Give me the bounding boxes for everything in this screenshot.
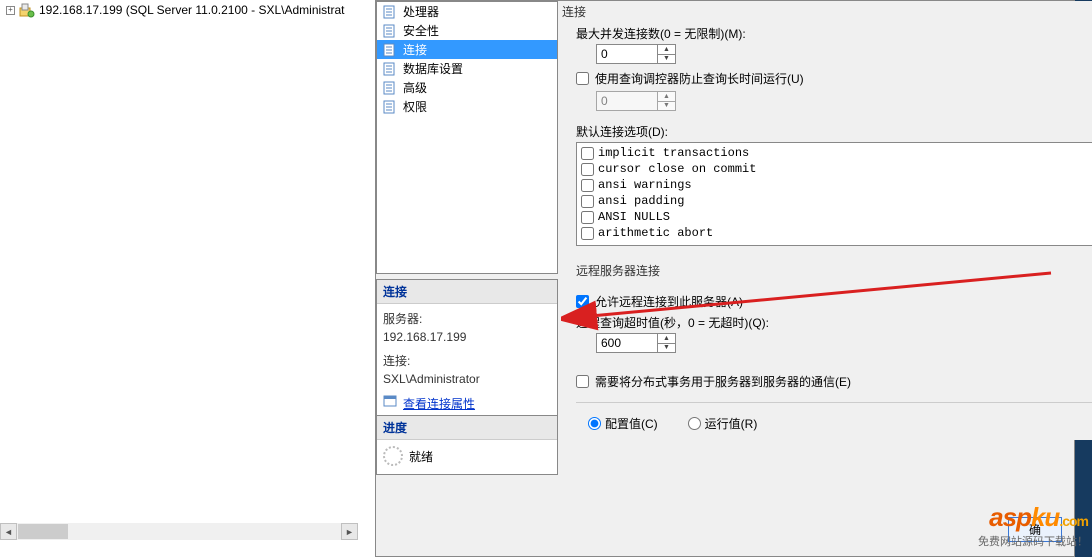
page-icon [383,100,399,114]
list-item[interactable]: ansi padding [581,193,1092,209]
dist-tx-checkbox[interactable] [576,375,589,388]
governor-spinner: ▲▼ [596,91,676,111]
page-icon [383,5,399,19]
server-icon [19,2,35,18]
spin-down-icon[interactable]: ▼ [658,344,675,353]
spin-up-icon[interactable]: ▲ [658,45,675,55]
settings-pane: 连接 最大并发连接数(0 = 无限制)(M): ▲▼ 使用查询调控器防止查询长时… [562,1,1092,440]
properties-icon [383,394,399,413]
use-governor-label: 使用查询调控器防止查询长时间运行(U) [595,70,804,87]
timeout-spinner[interactable]: ▲▼ [596,333,676,353]
default-options-listbox[interactable]: implicit transactions cursor close on co… [576,142,1092,246]
remote-section-title: 远程服务器连接 [576,258,1092,279]
progress-pane: 进度 就绪 [376,415,558,475]
list-item[interactable]: cursor close on commit [581,161,1092,177]
brand-subtext: 免费网站源码下载站！ [978,533,1088,549]
page-icon [383,62,399,76]
spin-down-icon: ▼ [658,102,675,111]
expand-icon[interactable]: + [6,6,15,15]
server-properties-dialog: tp://blog.csdn.n 处理器 安全性 连接 数据库设置 高级 权限 … [375,0,1075,557]
server-value: 192.168.17.199 [383,328,551,346]
connection-info-header: 连接 [377,280,557,304]
conn-value: SXL\Administrator [383,370,551,388]
nav-label: 连接 [403,41,427,58]
spin-down-icon[interactable]: ▼ [658,55,675,64]
spin-up-icon: ▲ [658,92,675,102]
value-mode-radios: 配置值(C) 运行值(R) [588,415,1092,432]
section-connections-title: 连接 [562,3,586,20]
nav-permissions[interactable]: 权限 [377,97,557,116]
tree-server-label: 192.168.17.199 (SQL Server 11.0.2100 - S… [39,3,345,17]
timeout-input[interactable] [597,334,657,352]
opt-checkbox[interactable] [581,179,594,192]
scrollbar-horizontal[interactable]: ◄ ► [0,523,358,540]
allow-remote-checkbox[interactable] [576,295,589,308]
timeout-label: 远程查询超时值(秒，0 = 无超时)(Q): [576,314,1092,331]
opt-checkbox[interactable] [581,227,594,240]
scroll-right-arrow[interactable]: ► [341,523,358,540]
connection-info-pane: 连接 服务器: 192.168.17.199 连接: SXL\Administr… [376,279,558,420]
scroll-left-arrow[interactable]: ◄ [0,523,17,540]
page-icon [383,43,399,57]
page-icon [383,24,399,38]
max-conn-label: 最大并发连接数(0 = 无限制)(M): [576,25,1092,42]
object-explorer: + 192.168.17.199 (SQL Server 11.0.2100 -… [0,0,358,540]
run-value-radio[interactable] [688,417,701,430]
page-icon [383,81,399,95]
scroll-thumb[interactable] [18,524,68,539]
page-selector: 处理器 安全性 连接 数据库设置 高级 权限 [376,1,558,274]
governor-input [597,92,657,110]
nav-processor[interactable]: 处理器 [377,2,557,21]
nav-security[interactable]: 安全性 [377,21,557,40]
progress-status: 就绪 [409,448,433,465]
spinner-icon [383,446,403,466]
max-conn-input[interactable] [597,45,657,63]
server-label: 服务器: [383,310,551,328]
default-opts-label: 默认连接选项(D): [576,123,1092,140]
nav-advanced[interactable]: 高级 [377,78,557,97]
list-item[interactable]: arithmetic abort [581,225,1092,241]
brand-logo: aspku.com [978,502,1088,533]
config-value-radio[interactable] [588,417,601,430]
nav-label: 安全性 [403,22,439,39]
nav-label: 权限 [403,98,427,115]
progress-header: 进度 [377,416,557,440]
nav-label: 高级 [403,79,427,96]
brand-watermark: aspku.com 免费网站源码下载站！ [978,502,1088,549]
run-value-radio-label[interactable]: 运行值(R) [688,415,758,432]
conn-label: 连接: [383,352,551,370]
list-item[interactable]: ANSI NULLS [581,209,1092,225]
list-item[interactable]: implicit transactions [581,145,1092,161]
opt-checkbox[interactable] [581,163,594,176]
tree-server-row[interactable]: + 192.168.17.199 (SQL Server 11.0.2100 -… [0,0,358,20]
nav-label: 数据库设置 [403,60,463,77]
config-value-radio-label[interactable]: 配置值(C) [588,415,658,432]
dist-tx-label: 需要将分布式事务用于服务器到服务器的通信(E) [595,373,851,390]
nav-label: 处理器 [403,3,439,20]
opt-checkbox[interactable] [581,147,594,160]
opt-checkbox[interactable] [581,195,594,208]
spin-up-icon[interactable]: ▲ [658,334,675,344]
view-connection-properties-link[interactable]: 查看连接属性 [403,395,475,413]
divider [576,402,1092,403]
max-conn-spinner[interactable]: ▲▼ [596,44,676,64]
nav-connections[interactable]: 连接 [377,40,557,59]
allow-remote-label: 允许远程连接到此服务器(A) [595,293,743,310]
opt-checkbox[interactable] [581,211,594,224]
use-governor-checkbox[interactable] [576,72,589,85]
nav-db-settings[interactable]: 数据库设置 [377,59,557,78]
list-item[interactable]: ansi warnings [581,177,1092,193]
view-connection-properties-row[interactable]: 查看连接属性 [383,394,551,413]
connection-info-body: 服务器: 192.168.17.199 连接: SXL\Administrato… [377,304,557,419]
